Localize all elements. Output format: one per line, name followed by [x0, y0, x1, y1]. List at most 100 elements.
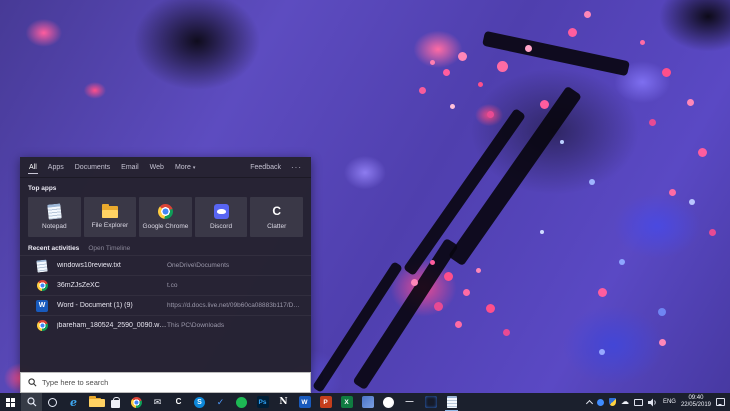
recent-item-name: Word - Document (1) (9)	[57, 302, 167, 309]
taskbar-powerpoint[interactable]: P	[315, 393, 336, 411]
wallpaper-bubbles	[640, 40, 645, 45]
wallpaper-bubbles	[430, 60, 435, 65]
search-input[interactable]	[42, 378, 303, 387]
mail-icon: ✉	[154, 398, 162, 407]
checkmark-icon: ✓	[217, 398, 225, 407]
clatter-icon: C	[272, 204, 281, 219]
recent-item-location: This PC\Downloads	[167, 322, 303, 329]
notepad-icon	[447, 396, 457, 408]
search-icon	[27, 397, 37, 407]
display-icon[interactable]	[634, 399, 643, 406]
wallpaper-bubbles	[560, 140, 564, 144]
taskbar-store[interactable]	[105, 393, 126, 411]
file-explorer-icon	[89, 398, 101, 407]
taskbar-mail[interactable]: ✉	[147, 393, 168, 411]
tab-all[interactable]: All	[29, 158, 37, 176]
notepad-icon	[47, 203, 61, 219]
recent-row-windows10review[interactable]: windows10review.txt OneDrive\Documents	[20, 255, 311, 275]
open-timeline-link[interactable]: Open Timeline	[88, 245, 130, 252]
recent-activities-list: windows10review.txt OneDrive\Documents 3…	[20, 255, 311, 335]
onedrive-cloud-icon[interactable]: ☁	[621, 398, 629, 406]
clatter-icon: C	[176, 398, 182, 406]
taskbar-word[interactable]: W	[294, 393, 315, 411]
clock[interactable]: 09:40 22/05/2019	[681, 395, 711, 409]
taskbar-todo[interactable]: ✓	[210, 393, 231, 411]
wallpaper-bubbles	[430, 260, 435, 265]
recent-item-location: OneDrive\Documents	[167, 262, 303, 269]
xbox-icon	[383, 397, 394, 408]
discord-icon	[214, 204, 229, 219]
taskbar-xbox[interactable]	[378, 393, 399, 411]
top-apps-section: Top apps Notepad File Explorer Google Ch…	[20, 178, 311, 237]
feedback-button[interactable]: Feedback	[250, 158, 281, 176]
tab-more-label: More	[175, 164, 191, 171]
taskbar-search-button[interactable]	[21, 393, 42, 411]
tray-app-icon[interactable]	[597, 399, 604, 406]
taskbar-notion[interactable]: N	[273, 393, 294, 411]
taskbar-excel[interactable]: X	[336, 393, 357, 411]
top-app-google-chrome[interactable]: Google Chrome	[139, 197, 192, 237]
recent-item-name: jbareham_180524_2590_0090.webp	[57, 322, 167, 329]
edge-icon: e	[70, 397, 77, 408]
system-tray: ☁ ENG 09:40 22/05/2019	[587, 395, 730, 409]
dash-icon: —	[406, 398, 414, 406]
top-apps-heading: Top apps	[28, 185, 303, 192]
volume-icon[interactable]	[648, 398, 658, 407]
more-options-icon[interactable]: ···	[291, 163, 302, 172]
taskbar-chrome[interactable]	[126, 393, 147, 411]
tab-email[interactable]: Email	[121, 158, 139, 176]
language-indicator[interactable]: ENG	[663, 399, 676, 405]
recent-item-name: 36mZJsZeXC	[57, 282, 167, 289]
notepad-icon	[36, 259, 47, 272]
taskbar-search-box[interactable]	[20, 372, 311, 393]
word-icon: W	[36, 300, 48, 312]
store-bag-icon	[111, 400, 120, 408]
tab-documents[interactable]: Documents	[75, 158, 110, 176]
recent-activities-section: Recent activities Open Timeline	[20, 237, 311, 255]
recent-item-location: https://d.docs.live.net/09b60ca08883b117…	[167, 302, 303, 309]
top-app-label: Discord	[210, 223, 232, 230]
recent-activities-heading: Recent activities	[28, 245, 79, 252]
chrome-icon	[158, 204, 173, 219]
start-button[interactable]	[0, 393, 21, 411]
excel-icon: X	[341, 396, 353, 408]
word-icon: W	[299, 396, 311, 408]
top-app-notepad[interactable]: Notepad	[28, 197, 81, 237]
taskbar-dark-app[interactable]	[420, 393, 441, 411]
taskbar-skype[interactable]: S	[189, 393, 210, 411]
tray-chevron-up-icon[interactable]	[586, 399, 593, 406]
spotify-icon	[236, 397, 247, 408]
taskbar-photos[interactable]	[357, 393, 378, 411]
windows-logo-icon	[6, 398, 15, 407]
taskbar-notepad[interactable]	[441, 393, 462, 411]
tab-more[interactable]: More▾	[175, 158, 195, 176]
chevron-down-icon: ▾	[193, 165, 196, 171]
taskbar-spotify[interactable]	[231, 393, 252, 411]
clock-date: 22/05/2019	[681, 402, 711, 408]
action-center-icon[interactable]	[716, 398, 725, 406]
top-app-discord[interactable]: Discord	[195, 197, 248, 237]
taskbar-photoshop[interactable]: Ps	[252, 393, 273, 411]
top-app-file-explorer[interactable]: File Explorer	[84, 197, 137, 237]
wallpaper-paint-stroke	[482, 31, 630, 76]
top-app-label: File Explorer	[92, 222, 128, 229]
defender-shield-icon[interactable]	[609, 398, 616, 406]
recent-row-webp-image[interactable]: jbareham_180524_2590_0090.webp This PC\D…	[20, 315, 311, 335]
chrome-icon	[131, 397, 142, 408]
tab-apps[interactable]: Apps	[48, 158, 64, 176]
taskbar-file-explorer[interactable]	[84, 393, 105, 411]
tab-web[interactable]: Web	[150, 158, 164, 176]
recent-row-word-document[interactable]: W Word - Document (1) (9) https://d.docs…	[20, 295, 311, 315]
search-icon	[28, 378, 37, 387]
top-app-label: Notepad	[42, 223, 67, 230]
file-explorer-icon	[102, 206, 118, 218]
taskbar-edge[interactable]: e	[63, 393, 84, 411]
windows-search-panel: All Apps Documents Email Web More▾ Feedb…	[20, 157, 311, 393]
notion-icon: N	[279, 398, 287, 407]
top-app-label: Clatter	[267, 223, 286, 230]
top-app-clatter[interactable]: C Clatter	[250, 197, 303, 237]
cortana-button[interactable]	[42, 393, 63, 411]
recent-row-chrome-link[interactable]: 36mZJsZeXC t.co	[20, 275, 311, 295]
taskbar-dash-app[interactable]: —	[399, 393, 420, 411]
taskbar-clatter[interactable]: C	[168, 393, 189, 411]
